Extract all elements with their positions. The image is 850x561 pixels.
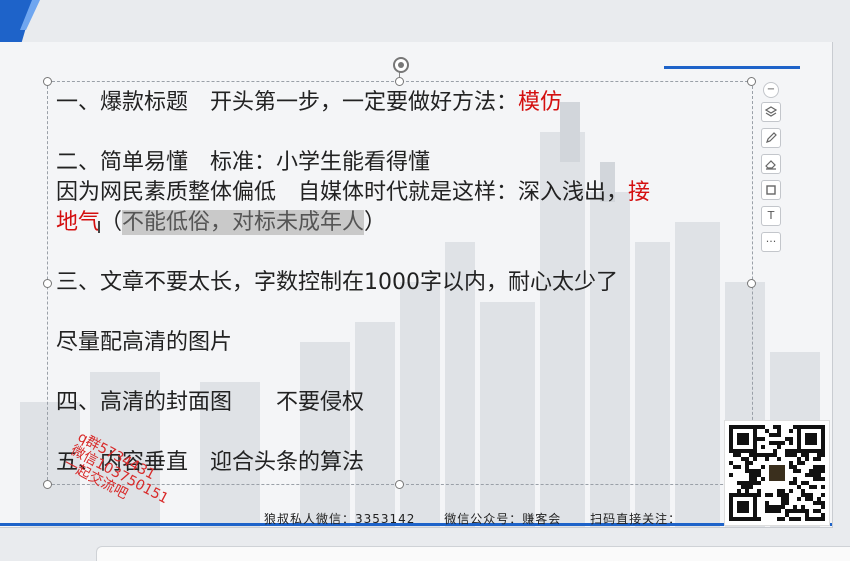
more-options-icon[interactable]: ··· [761,232,781,252]
eraser-icon[interactable] [761,154,781,174]
slide-line-l4[interactable]: 地气（不能低俗，对标未成年人） [56,208,386,238]
resize-handle-bottom[interactable] [395,480,404,489]
crop-icon[interactable] [761,180,781,200]
pen-icon[interactable] [761,128,781,148]
text-run: 接 [628,180,651,205]
text-run: 模仿 [518,90,563,115]
qr-code-icon [724,420,830,526]
text-run: （ [100,210,123,235]
footer-scan-prompt: 扫码直接关注： [590,512,682,526]
bottom-input-bar[interactable] [96,546,850,561]
title-accent-line [664,66,800,69]
slide-line-l7[interactable]: 四、高清的封面图 不要侵权 [56,388,364,418]
slide-line-l6[interactable]: 尽量配高清的图片 [56,328,232,358]
resize-handle-left[interactable] [43,279,52,288]
resize-handle-bottom-left[interactable] [43,480,52,489]
text-run: 四、高清的封面图 不要侵权 [56,390,365,415]
object-toolbar: − T ··· [759,82,783,258]
resize-handle-top[interactable] [395,77,404,86]
text-style-icon[interactable]: T [761,206,781,226]
text-run: 尽量配高清的图片 [56,330,233,355]
slide-line-l1[interactable]: 一、爆款标题 开头第一步，一定要做好方法：模仿 [56,88,562,118]
rotate-handle[interactable] [393,57,409,73]
resize-handle-top-right[interactable] [747,77,756,86]
text-run: 不能低俗，对标未成年人 [122,210,365,235]
text-run: 地气 [56,210,101,235]
slide-footer: 狼叔私人微信：3353142 微信公众号：赚客会 扫码直接关注： [264,510,705,527]
text-run: 三、文章不要太长，字数控制在1000字以内，耐心太少了 [56,270,618,295]
footer-personal-wechat: 狼叔私人微信：3353142 [264,512,416,526]
resize-handle-right[interactable] [747,279,756,288]
text-run: 一、爆款标题 开头第一步，一定要做好方法： [56,90,519,115]
slide-line-l3[interactable]: 因为网民素质整体偏低 自媒体时代就是这样：深入浅出，接 [56,178,650,208]
text-run: ） [364,210,387,235]
slide-line-l2[interactable]: 二、简单易懂 标准：小学生能看得懂 [56,148,430,178]
layers-icon[interactable] [761,102,781,122]
slide-line-l5[interactable]: 三、文章不要太长，字数控制在1000字以内，耐心太少了 [56,268,618,298]
text-cursor [98,221,100,233]
footer-official-account: 微信公众号：赚客会 [444,512,562,526]
collapse-icon[interactable]: − [763,82,779,98]
resize-handle-top-left[interactable] [43,77,52,86]
text-run: 二、简单易懂 标准：小学生能看得懂 [56,150,431,175]
text-run: 因为网民素质整体偏低 自媒体时代就是这样：深入浅出， [56,180,629,205]
